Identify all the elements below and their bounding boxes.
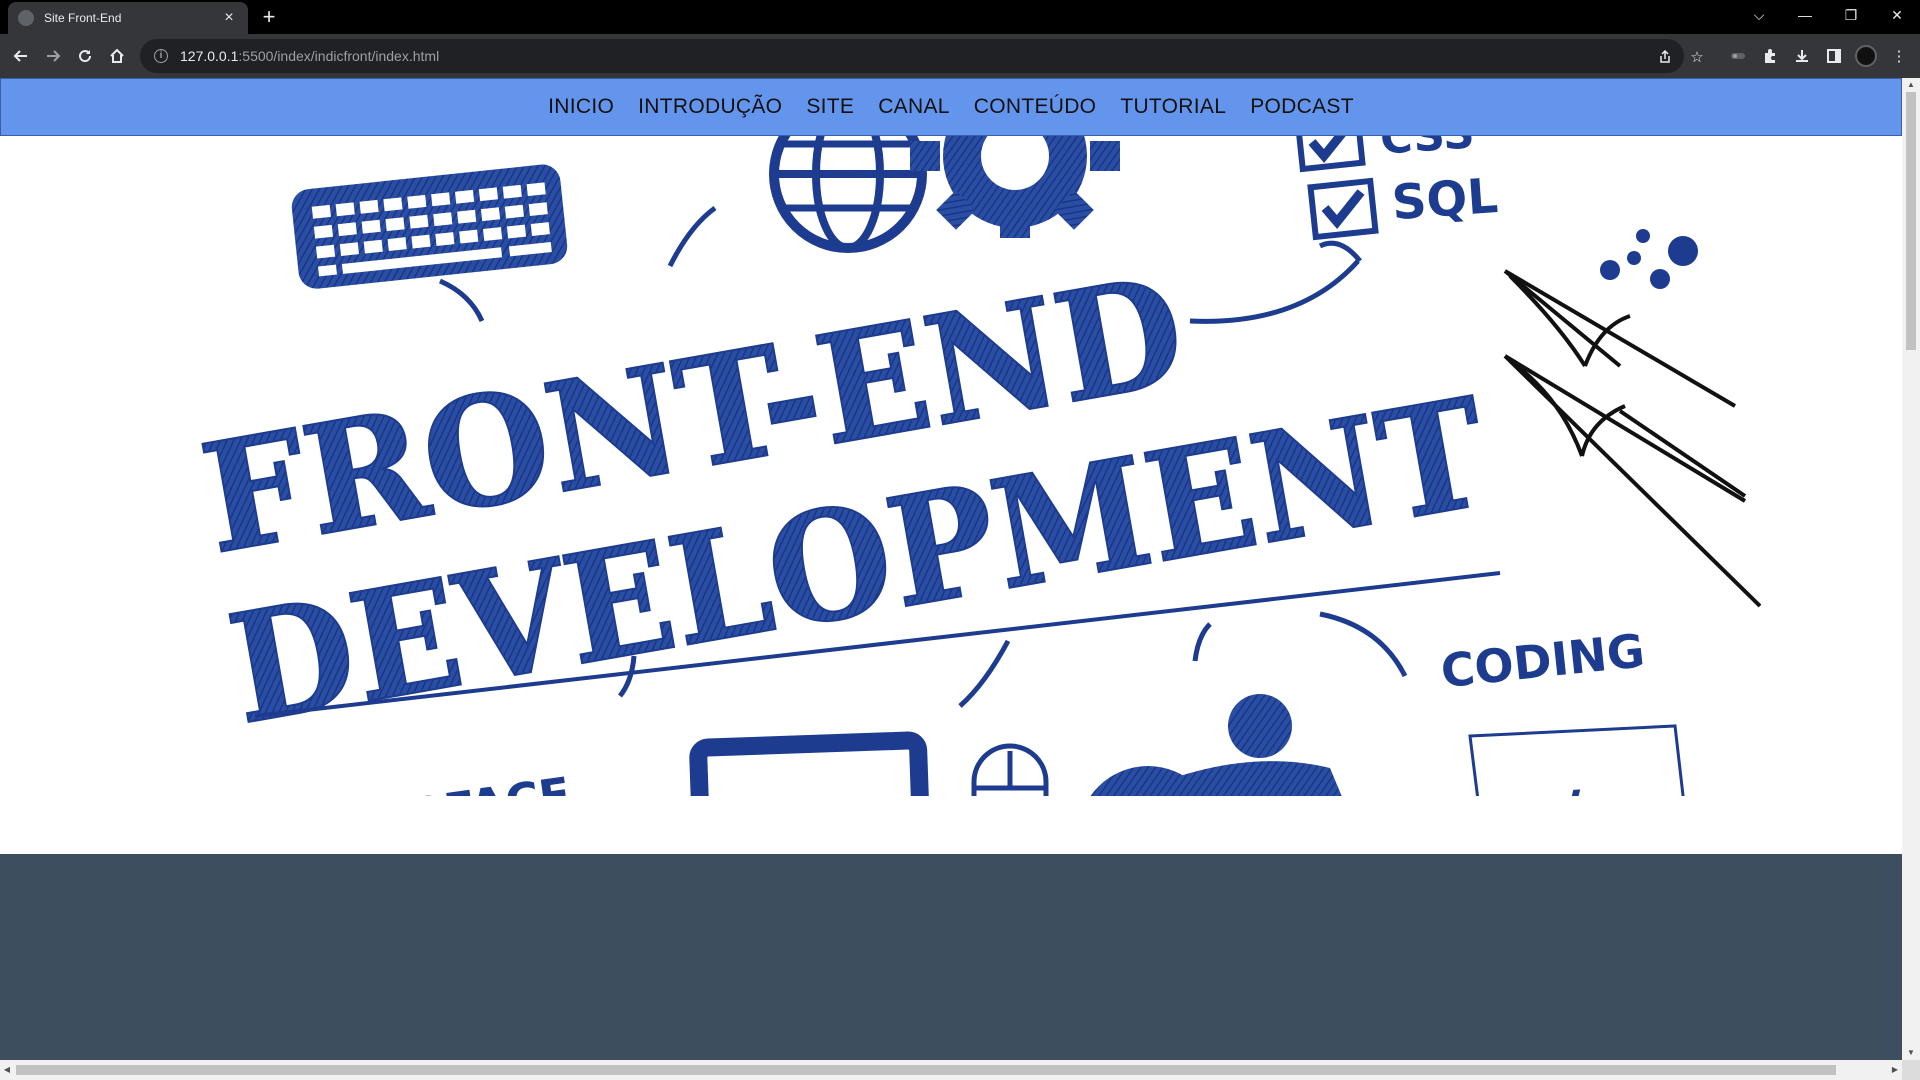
reload-icon[interactable] <box>72 43 98 69</box>
new-tab-button[interactable]: + <box>256 5 282 31</box>
scroll-left-icon[interactable]: ◀ <box>0 1060 14 1080</box>
main-nav: INICIO INTRODUÇÃO SITE CANAL CONTEÚDO TU… <box>0 78 1902 136</box>
vertical-scroll-thumb[interactable] <box>1906 92 1916 350</box>
nav-item-podcast[interactable]: PODCAST <box>1250 95 1354 119</box>
browser-toolbar: i 127.0.0.1:5500/index/indicfront/index.… <box>0 34 1920 78</box>
headline-text: FRONT-END DEVELOPMENT <box>190 242 1501 760</box>
gear-icon <box>910 78 1120 238</box>
svg-text:CSS: CSS <box>1378 136 1476 165</box>
code-box-icon: </> <box>1468 724 1692 858</box>
nav-item-tutorial[interactable]: TUTORIAL <box>1120 95 1226 119</box>
svg-text:</>: </> <box>1503 774 1638 796</box>
checkbox-sql: SQL <box>1307 168 1500 241</box>
nav-item-introducao[interactable]: INTRODUÇÃO <box>638 95 782 119</box>
extension-toggle-icon[interactable] <box>1728 46 1748 66</box>
scroll-right-icon[interactable]: ▶ <box>1888 1060 1902 1080</box>
horizontal-scroll-thumb[interactable] <box>16 1065 1836 1075</box>
address-bar[interactable]: i 127.0.0.1:5500/index/indicfront/index.… <box>140 39 1684 73</box>
side-panel-icon[interactable] <box>1824 46 1844 66</box>
front-end-development-illustration: CSS SQL <box>190 78 1762 906</box>
footer-section <box>0 854 1902 1060</box>
home-icon[interactable] <box>104 43 130 69</box>
vertical-scrollbar[interactable]: ▲ ▼ <box>1902 78 1920 1060</box>
nav-item-conteudo[interactable]: CONTEÚDO <box>974 95 1097 119</box>
restore-button[interactable]: ❐ <box>1828 0 1874 30</box>
back-icon[interactable] <box>8 43 34 69</box>
scroll-down-icon[interactable]: ▼ <box>1902 1046 1920 1060</box>
nav-item-inicio[interactable]: INICIO <box>548 95 614 119</box>
site-info-icon[interactable]: i <box>154 49 168 63</box>
mouse-icon <box>971 743 1049 845</box>
dots-decoration <box>1600 229 1698 289</box>
globe-icon <box>18 10 34 26</box>
minimize-button[interactable]: — <box>1782 0 1828 30</box>
svg-text:SQL: SQL <box>1390 168 1500 231</box>
profile-avatar[interactable] <box>1855 45 1877 67</box>
tab-search-button[interactable]: ⌵ <box>1736 0 1782 30</box>
bookmark-star-icon[interactable]: ☆ <box>1688 48 1706 66</box>
nav-item-site[interactable]: SITE <box>806 95 854 119</box>
forward-icon[interactable] <box>40 43 66 69</box>
monitor-icon <box>689 731 931 877</box>
checkbox-css: CSS <box>1294 107 1476 173</box>
window-close-button[interactable]: ✕ <box>1874 0 1920 30</box>
tab-title: Site Front-End <box>44 11 122 25</box>
tab-strip: Site Front-End × + ⌵ — ❐ ✕ <box>0 0 1920 34</box>
globe-icon <box>769 95 927 253</box>
page-viewport: INICIO INTRODUÇÃO SITE CANAL CONTEÚDO TU… <box>0 78 1902 1060</box>
tab-close-icon[interactable]: × <box>220 9 238 27</box>
pen-icon <box>1503 269 1762 608</box>
interface-label: iNTERFACE <box>290 767 574 796</box>
person-icon <box>1078 694 1350 906</box>
scrollbar-corner <box>1902 1060 1920 1080</box>
coding-label: CODING <box>1438 623 1647 698</box>
url-text[interactable]: 127.0.0.1:5500/index/indicfront/index.ht… <box>180 48 439 64</box>
browser-tab[interactable]: Site Front-End × <box>8 2 248 34</box>
extensions-puzzle-icon[interactable] <box>1760 46 1780 66</box>
menu-kebab-icon[interactable]: ⋮ <box>1889 46 1909 66</box>
download-icon[interactable] <box>1792 46 1812 66</box>
horizontal-scrollbar[interactable]: ◀ ▶ <box>0 1060 1902 1080</box>
keyboard-icon <box>291 164 568 289</box>
hero-image: CSS SQL <box>0 78 1902 1060</box>
share-icon[interactable] <box>1656 48 1674 66</box>
scroll-up-icon[interactable]: ▲ <box>1902 78 1920 92</box>
nav-item-canal[interactable]: CANAL <box>878 95 950 119</box>
